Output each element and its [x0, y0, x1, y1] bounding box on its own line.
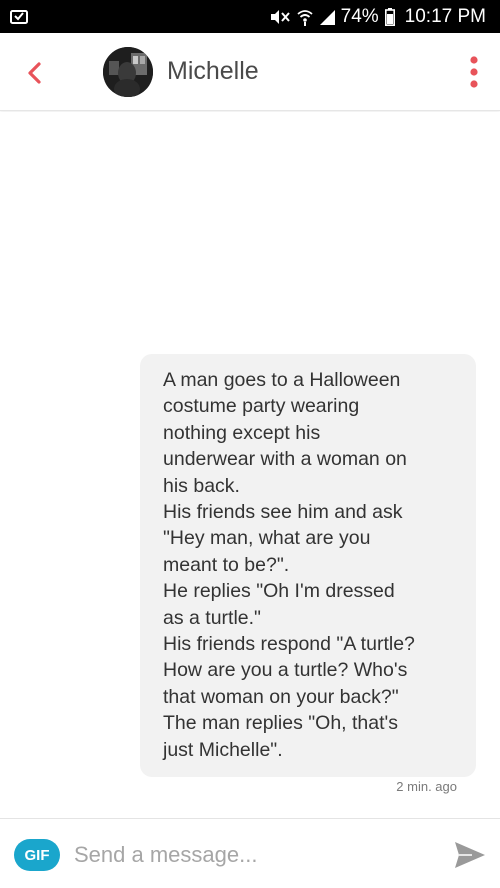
message-list[interactable]: A man goes to a Halloween costume party …	[0, 112, 500, 818]
back-chevron-icon[interactable]	[18, 55, 54, 91]
avatar-photo	[103, 47, 153, 97]
mute-icon	[270, 9, 290, 24]
more-vert-icon[interactable]	[464, 53, 484, 93]
wifi-icon	[297, 9, 313, 26]
chat-header: Michelle	[0, 33, 500, 111]
status-notification-icon	[10, 10, 28, 24]
gif-button[interactable]: GIF	[14, 839, 60, 871]
message-text: A man goes to a Halloween costume party …	[163, 369, 415, 761]
status-bar: 74% 10:17 PM	[0, 0, 500, 33]
battery-icon	[384, 7, 395, 26]
signal-icon	[319, 9, 335, 25]
battery-percent: 74%	[340, 5, 379, 27]
contact-name[interactable]: Michelle	[167, 57, 259, 86]
send-icon[interactable]	[452, 837, 488, 873]
message-input[interactable]	[74, 835, 434, 875]
status-time: 10:17 PM	[404, 5, 486, 27]
status-right: 74% 10:17 PM	[269, 0, 486, 33]
message-timestamp: 2 min. ago	[396, 779, 457, 794]
avatar[interactable]	[103, 47, 153, 97]
composer-bar: GIF	[0, 818, 500, 888]
message-bubble[interactable]: A man goes to a Halloween costume party …	[140, 354, 476, 777]
